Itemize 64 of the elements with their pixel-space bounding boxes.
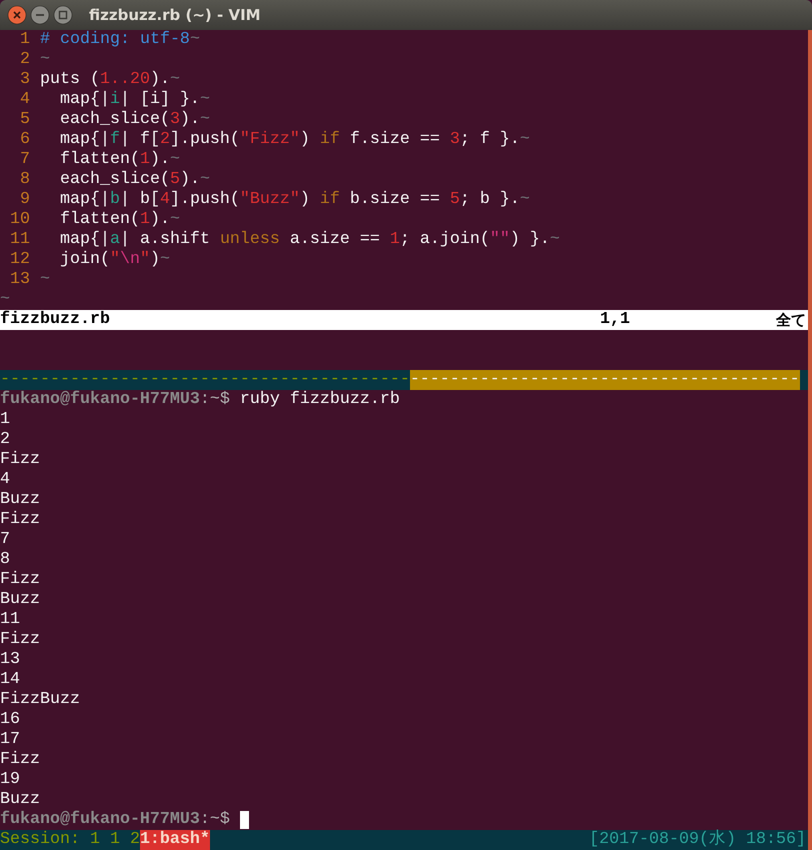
output-line: 11	[0, 610, 20, 630]
output-line: Fizz	[0, 630, 40, 650]
line-number: 2	[19, 50, 30, 70]
output-line: Fizz	[0, 510, 40, 530]
output-line: Fizz	[0, 450, 40, 470]
line-number: 12	[9, 250, 30, 270]
output-line: Fizz	[0, 570, 40, 590]
code-line: puts (1..20).~	[40, 70, 180, 90]
code-line: ~	[40, 270, 50, 290]
session-label: Session: 1 1 2	[0, 830, 140, 850]
file-name: fizzbuzz.rb	[0, 310, 111, 330]
output-line: Buzz	[0, 790, 40, 810]
output-line: 19	[0, 770, 20, 790]
code-line: flatten(1).~	[58, 210, 180, 230]
scroll-position: 全て	[774, 310, 807, 330]
code-line: each_slice(5).~	[58, 170, 210, 190]
line-number: 9	[19, 190, 30, 210]
prompt-user: fukano@fukano-H77MU3	[0, 390, 200, 410]
line-number: 3	[19, 70, 30, 90]
line-number: 7	[19, 150, 30, 170]
line-number: 11	[9, 230, 30, 250]
line-number: 6	[19, 130, 30, 150]
code-line: # coding: utf-8~	[40, 30, 200, 50]
code-line: map{|f| f[2].push("Fizz") if f.size == 3; f }.~	[58, 130, 530, 150]
output-line: 14	[0, 670, 20, 690]
output-line: 1	[0, 410, 10, 430]
output-line: FizzBuzz	[0, 690, 80, 710]
prompt-path: :~$	[200, 810, 230, 830]
code-line: map{|i| [i] }.~	[58, 90, 210, 110]
code-line: ~	[40, 50, 50, 70]
output-line: Buzz	[0, 490, 40, 510]
output-line: Fizz	[0, 750, 40, 770]
line-number: 10	[9, 210, 30, 230]
close-icon[interactable]	[7, 5, 27, 25]
output-line: 8	[0, 550, 10, 570]
line-number: 8	[19, 170, 30, 190]
output-line: Buzz	[0, 590, 40, 610]
minimize-icon[interactable]	[30, 5, 50, 25]
code-line: each_slice(3).~	[58, 110, 210, 130]
line-number: 4	[19, 90, 30, 110]
line-number: 1	[19, 30, 30, 50]
output-line: 13	[0, 650, 20, 670]
cursor-position: 1,1	[600, 310, 631, 330]
window-tab[interactable]: 1:bash*	[140, 830, 210, 850]
empty-line-marker: ~	[0, 290, 10, 310]
prompt-path: :~$	[200, 390, 230, 410]
output-line: 17	[0, 730, 20, 750]
output-line: 2	[0, 430, 10, 450]
text-cursor	[240, 811, 249, 829]
code-line: map{|b| b[4].push("Buzz") if b.size == 5; b }.~	[58, 190, 530, 210]
pane-border: ---------------------------------------	[410, 370, 800, 390]
code-line: flatten(1).~	[58, 150, 180, 170]
command-text: ruby fizzbuzz.rb	[240, 390, 400, 410]
clock: [2017-08-09(水) 18:56]	[589, 830, 807, 850]
maximize-icon[interactable]	[53, 5, 73, 25]
code-line: map{|a| a.shift unless a.size == 1; a.join("") }.~	[58, 230, 560, 250]
window-title: fizzbuzz.rb (~) - VIM	[89, 6, 261, 24]
output-line: 4	[0, 470, 10, 490]
code-line: join("\n")~	[58, 250, 170, 270]
output-line: 16	[0, 710, 20, 730]
output-line: 7	[0, 530, 10, 550]
line-number: 13	[9, 270, 30, 290]
prompt-user: fukano@fukano-H77MU3	[0, 810, 200, 830]
line-number: 5	[19, 110, 30, 130]
